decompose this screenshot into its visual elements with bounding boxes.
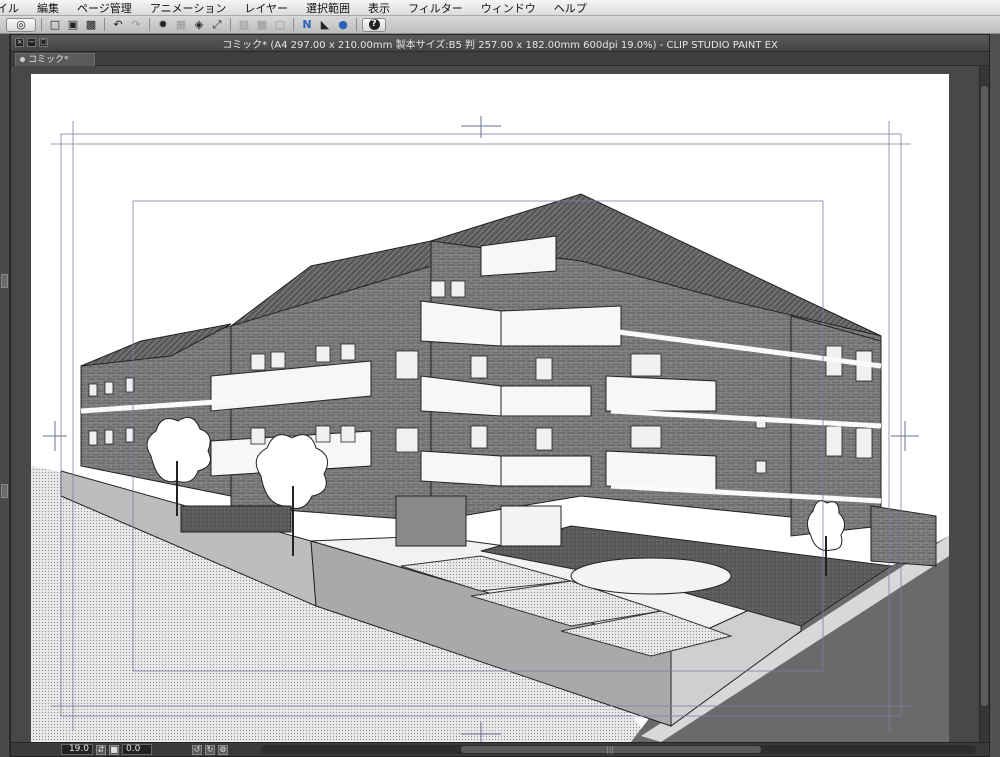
fit-view-icon[interactable]: ■ [109,744,119,755]
fill-icon[interactable]: ◈ [191,18,207,32]
reset-rotation-icon[interactable]: ⚙ [218,744,228,755]
document-titlebar: × − □ コミック* (A4 297.00 x 210.00mm 製本サイズ:… [11,35,989,52]
redo-icon[interactable]: ↷ [128,18,144,32]
canvas-svg [31,74,949,742]
document-tab[interactable]: コミック* [15,53,95,66]
menu-filter[interactable]: フィルター [399,0,472,16]
document-title: コミック* (A4 297.00 x 210.00mm 製本サイズ:B5 判 2… [222,39,778,51]
clear-icon[interactable]: ✹ [155,18,171,32]
undo-icon[interactable]: ↶ [110,18,126,32]
help-icon[interactable]: ? [362,17,386,32]
rotate-right-icon[interactable]: ↻ [205,744,215,755]
close-icon[interactable]: × [15,38,24,47]
canvas-area[interactable] [11,66,979,742]
panel-handle[interactable] [1,274,8,288]
frame-icon[interactable]: ▢ [272,18,288,32]
vertical-scroll-thumb[interactable] [981,86,988,706]
toolbar-divider [356,18,357,31]
open-file-icon[interactable]: ▣ [65,18,81,32]
crop-icon[interactable]: ▧ [236,18,252,32]
zoom-stepper-icon[interactable]: ⇵ [96,744,106,755]
app-logo-icon[interactable]: ◎ [6,17,36,32]
toolbar-divider [293,18,294,31]
menu-page-management[interactable]: ページ管理 [68,0,141,16]
menu-selection[interactable]: 選択範囲 [297,0,359,16]
menu-bar: イル 編集 ページ管理 アニメーション レイヤー 選択範囲 表示 フィルター ウ… [0,0,1000,16]
maximize-icon[interactable]: □ [39,38,48,47]
window-controls: × − □ [15,38,48,47]
toolbar-divider [230,18,231,31]
right-panel-strip [990,34,1000,757]
menu-window[interactable]: ウィンドウ [472,0,545,16]
menu-file[interactable]: イル [0,0,28,16]
snap-special-icon[interactable]: ● [335,18,351,32]
menu-layer[interactable]: レイヤー [235,0,297,16]
left-panel-strip [0,34,10,757]
clear-outside-icon[interactable]: ▦ [173,18,189,32]
circular-paving [570,557,732,595]
menu-view[interactable]: 表示 [359,0,399,16]
zoom-field[interactable]: 19.0 [61,744,93,755]
tab-label: コミック* [28,55,69,65]
status-bar: 19.0 ⇵ ■ 0.0 ↺ ↻ ⚙ ||| [11,742,989,756]
vertical-scrollbar[interactable] [979,66,989,742]
hedge [180,505,292,533]
menu-animation[interactable]: アニメーション [141,0,236,16]
menu-help[interactable]: ヘルプ [545,0,596,16]
horizontal-scrollbar[interactable]: ||| [261,745,976,754]
menu-edit[interactable]: 編集 [28,0,68,16]
toolbar-divider [41,18,42,31]
minimize-icon[interactable]: − [27,38,36,47]
new-file-icon[interactable]: □ [47,18,63,32]
document-tab-row: コミック* [11,52,989,66]
crop-alt-icon[interactable]: ▩ [254,18,270,32]
save-icon[interactable]: ▩ [83,18,99,32]
toolbar-divider [149,18,150,31]
rotate-left-icon[interactable]: ↺ [192,744,202,755]
rotation-field[interactable]: 0.0 [122,744,152,755]
panel-handle[interactable] [1,484,8,498]
snap-ruler-icon[interactable]: ◣ [317,18,333,32]
document-window: × − □ コミック* (A4 297.00 x 210.00mm 製本サイズ:… [10,34,990,757]
command-toolbar: ◎ □ ▣ ▩ ↶ ↷ ✹ ▦ ◈ ⤢ ▧ ▩ ▢ N ◣ ● ? [0,16,1000,34]
ruler-icon[interactable]: N [299,18,315,32]
tab-dot-icon [20,57,25,62]
toolbar-divider [104,18,105,31]
scroll-grip-icon: ||| [606,745,615,754]
transform-icon[interactable]: ⤢ [209,18,225,32]
